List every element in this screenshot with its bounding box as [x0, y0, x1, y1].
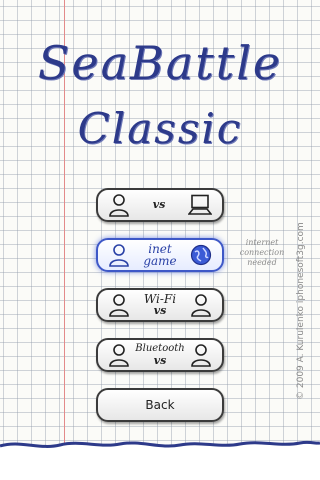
vs-label: vs	[153, 354, 167, 367]
vs-computer-button[interactable]: vs	[96, 188, 224, 222]
internet-game-button[interactable]: inet game	[96, 238, 224, 272]
bluetooth-game-button[interactable]: Bluetooth vs	[96, 338, 224, 372]
back-label: Back	[145, 398, 175, 412]
game-label: game	[143, 254, 177, 268]
player-icon	[108, 193, 130, 217]
copyright-text: © 2009 A. Kurulenko iphonesoft3g.com	[296, 222, 306, 400]
player-icon	[108, 343, 130, 367]
wifi-game-button[interactable]: Wi-Fi vs	[96, 288, 224, 322]
vs-label: vs	[152, 198, 166, 211]
game-title-line-1: SeaBattle	[37, 36, 283, 90]
vs-label: vs	[153, 304, 167, 317]
player-icon	[108, 293, 130, 317]
computer-icon	[188, 194, 212, 216]
torn-paper-edge	[0, 440, 320, 480]
globe-icon	[190, 244, 212, 266]
player-icon	[190, 293, 212, 317]
player-icon	[108, 243, 130, 267]
player-icon	[190, 343, 212, 367]
back-button[interactable]: Back	[96, 388, 224, 422]
internet-connection-note: internet connection needed	[239, 238, 285, 267]
game-title-line-2: Classic	[77, 104, 243, 153]
